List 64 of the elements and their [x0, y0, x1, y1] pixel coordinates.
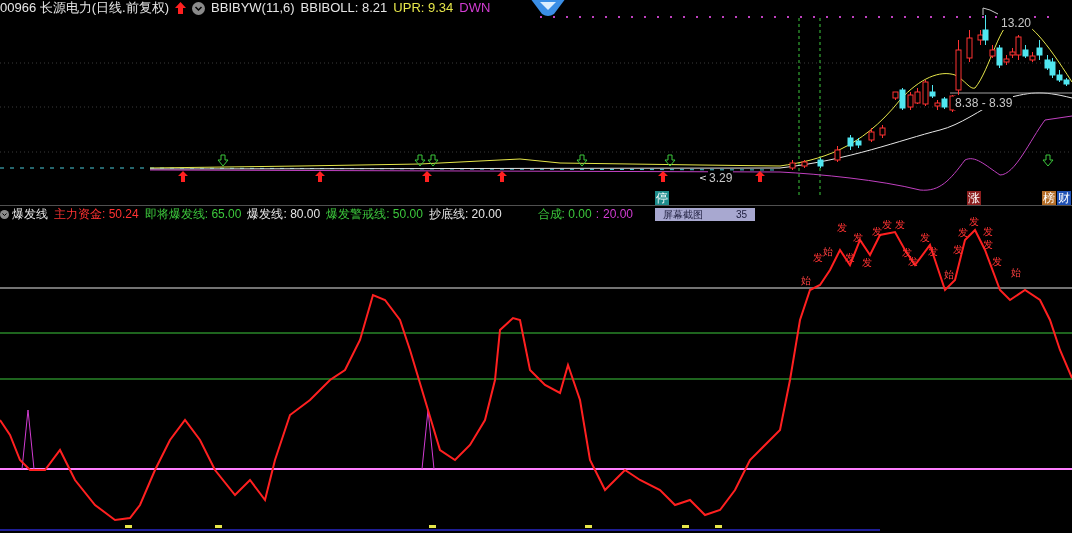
signal-bar — [715, 525, 722, 528]
composite-value: 合成: 0.00 — [537, 206, 592, 222]
stock-title: 00966 长源电力(日线.前复权) — [0, 0, 170, 16]
spike-line — [421, 409, 435, 470]
down-arrow-icon — [217, 154, 229, 167]
signal-mark: 发 — [969, 217, 979, 227]
signal-mark: 始 — [944, 270, 954, 280]
signal-mark: 发 — [872, 227, 882, 237]
signal-mark: 发 — [895, 220, 905, 230]
price-label: 3.29 — [708, 171, 734, 185]
legend-item: 爆发线: 80.00 — [247, 206, 321, 222]
stock-tag-badge[interactable]: 财 — [1057, 191, 1071, 205]
price-label: 13.20 — [1000, 16, 1033, 30]
up-arrow-icon — [175, 2, 187, 14]
up-arrow-icon — [422, 171, 432, 182]
signal-mark: 始 — [801, 276, 811, 286]
indicator-name: BBIBYW(11,6) — [211, 0, 295, 16]
spike-line — [21, 409, 35, 470]
up-arrow-icon — [755, 171, 765, 182]
signal-mark: 发 — [983, 227, 993, 237]
signal-mark: 发 — [862, 258, 872, 268]
signal-mark: 始 — [823, 247, 833, 257]
legend-item: 抄底线: 20.00 — [428, 206, 502, 222]
stock-tag-badge[interactable]: 榜 — [1042, 191, 1056, 205]
signal-mark: 发 — [837, 223, 847, 233]
signal-bar — [429, 525, 436, 528]
chevron-circle-icon[interactable] — [192, 1, 206, 15]
leader-line — [982, 7, 999, 16]
signal-mark: 发 — [853, 233, 863, 243]
up-arrow-icon — [178, 171, 188, 182]
up-arrow-icon — [658, 171, 668, 182]
indicator-value: BBIBOLL: 8.21 — [300, 0, 388, 16]
signal-mark: 发 — [813, 253, 823, 263]
signal-bar — [585, 525, 592, 528]
signal-mark: 发 — [992, 257, 1002, 267]
signal-bar — [215, 525, 222, 528]
stock-tag-badge[interactable]: 停 — [655, 191, 669, 205]
legend-item: 即将爆发线: 65.00 — [144, 206, 242, 222]
signal-mark: 发 — [920, 233, 930, 243]
down-arrow-icon — [414, 154, 426, 167]
indicator-name: 爆发线 — [12, 206, 48, 222]
legend-item: 主力资金: 50.24 — [54, 206, 139, 222]
signal-bar — [682, 525, 689, 528]
down-arrow-icon — [1042, 154, 1054, 167]
legend-item: 爆发警戒线: 50.00 — [326, 206, 423, 222]
signal-mark: 发 — [958, 228, 968, 238]
signal-bar — [125, 525, 132, 528]
signal-mark: 始 — [1011, 268, 1021, 278]
down-arrow-icon — [664, 154, 676, 167]
indicator-value: UPR: 9.34 — [393, 0, 454, 16]
stock-tag-badge[interactable]: 涨 — [967, 191, 981, 205]
signal-mark: 发 — [882, 220, 892, 230]
up-arrow-icon — [497, 171, 507, 182]
down-arrow-icon — [427, 154, 439, 167]
pointer-icon — [699, 175, 707, 181]
price-label: 8.38 - 8.39 — [954, 96, 1014, 110]
chevron-circle-icon[interactable] — [0, 209, 9, 219]
screenshot-button[interactable]: 屏幕截图 35 — [655, 207, 755, 221]
down-arrow-icon — [576, 154, 588, 167]
up-arrow-icon — [315, 171, 325, 182]
signal-mark: 发 — [983, 240, 993, 250]
indicator-value: DWN — [459, 0, 491, 16]
separator-text: : — [595, 206, 599, 222]
composite-value: 20.00 — [603, 206, 633, 222]
